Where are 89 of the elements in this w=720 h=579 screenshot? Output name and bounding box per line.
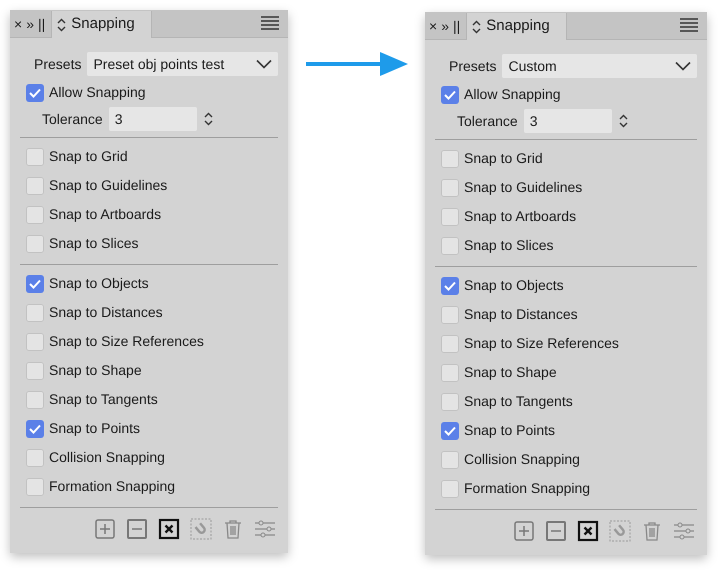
checkbox-label: Formation Snapping [464,479,590,498]
checkbox[interactable] [26,176,44,194]
checkbox[interactable] [441,178,459,196]
checkbox[interactable] [26,362,44,380]
checkbox[interactable] [441,450,459,468]
sort-icon [471,18,482,34]
checkbox-label: Snap to Shape [49,361,142,380]
checkbox-label: Allow Snapping [464,85,561,104]
checkbox[interactable] [441,422,459,440]
tolerance-label: Tolerance [42,110,103,128]
close-button[interactable]: × [425,19,438,39]
checkbox-label: Snap to Distances [49,303,163,322]
checkbox[interactable] [26,234,44,252]
checkbox-label: Snap to Size References [464,334,619,353]
remove-icon[interactable] [126,518,148,540]
close-box-icon[interactable] [158,518,180,540]
arrow-icon [304,50,410,78]
checkbox[interactable] [26,448,44,466]
checkbox[interactable] [441,208,459,226]
checkbox-label: Snap to Artboards [464,207,576,226]
checkbox-label: Snap to Points [49,419,140,438]
checkbox[interactable] [441,480,459,498]
grip-button[interactable]: || [448,19,460,39]
collapse-button[interactable]: » [22,17,34,37]
checkbox-label: Snap to Objects [464,276,564,295]
trash-icon[interactable] [641,520,663,542]
chevron-down-icon [256,59,272,69]
checkbox-label: Snap to Guidelines [464,178,582,197]
checkbox[interactable] [26,148,44,166]
checkbox-label: Collision Snapping [464,450,580,469]
checkbox-label: Snap to Size References [49,332,204,351]
checkbox-label: Snap to Tangents [464,392,573,411]
checkbox[interactable] [441,364,459,382]
add-icon[interactable] [513,520,535,542]
checkbox[interactable] [441,150,459,168]
checkbox[interactable] [26,332,44,350]
checkbox-label: Snap to Objects [49,274,149,293]
presets-label: Presets [34,54,82,74]
panel-tab[interactable]: Snapping [466,13,567,40]
checkbox-label: Snap to Tangents [49,390,158,409]
chevron-down-icon [675,61,691,71]
checkbox[interactable] [441,236,459,254]
checkbox-label: Snap to Slices [49,234,138,253]
grip-button[interactable]: || [34,17,46,37]
tolerance-field[interactable]: 3 [524,109,612,133]
checkbox-label: Snap to Grid [49,147,128,166]
checkbox-label: Allow Snapping [49,83,146,102]
checkbox-label: Snap to Guidelines [49,176,168,195]
sliders-icon[interactable] [673,520,695,542]
checkbox-label: Snap to Artboards [49,205,162,224]
magnet-icon[interactable] [609,520,631,542]
add-icon[interactable] [94,518,116,540]
panel-tab[interactable]: Snapping [51,11,152,38]
checkbox[interactable] [441,392,459,410]
checkbox-label: Formation Snapping [49,477,176,496]
trash-icon[interactable] [222,518,244,540]
collapse-button[interactable]: » [437,19,449,39]
sort-icon [56,16,68,32]
tolerance-field[interactable]: 3 [108,107,197,131]
checkbox[interactable] [26,274,44,292]
checkbox-label: Snap to Slices [464,236,554,255]
checkbox[interactable] [26,478,44,496]
checkbox[interactable] [26,304,44,322]
presets-dropdown[interactable]: Custom [502,54,697,78]
magnet-icon[interactable] [190,518,212,540]
checkbox[interactable] [441,334,459,352]
checkbox[interactable] [441,86,459,104]
checkbox-label: Snap to Points [464,421,556,440]
remove-icon[interactable] [545,520,567,542]
checkbox-label: Collision Snapping [49,448,165,467]
menu-icon[interactable] [679,17,699,33]
checkbox[interactable] [26,420,44,438]
checkbox[interactable] [26,206,44,224]
checkbox-label: Snap to Distances [464,305,578,324]
close-button[interactable]: × [10,17,22,37]
stepper-icon[interactable] [202,111,214,127]
presets-dropdown[interactable]: Preset obj points test [87,52,278,76]
menu-icon[interactable] [260,15,280,31]
stepper-icon[interactable] [618,113,629,129]
checkbox[interactable] [441,276,459,294]
checkbox[interactable] [26,390,44,408]
checkbox[interactable] [441,306,459,324]
sliders-icon[interactable] [254,518,276,540]
checkbox-label: Snap to Grid [464,149,543,168]
checkbox-label: Snap to Shape [464,363,557,382]
presets-label: Presets [449,56,496,76]
tolerance-label: Tolerance [457,112,518,130]
checkbox[interactable] [26,84,44,102]
close-box-icon[interactable] [577,520,599,542]
